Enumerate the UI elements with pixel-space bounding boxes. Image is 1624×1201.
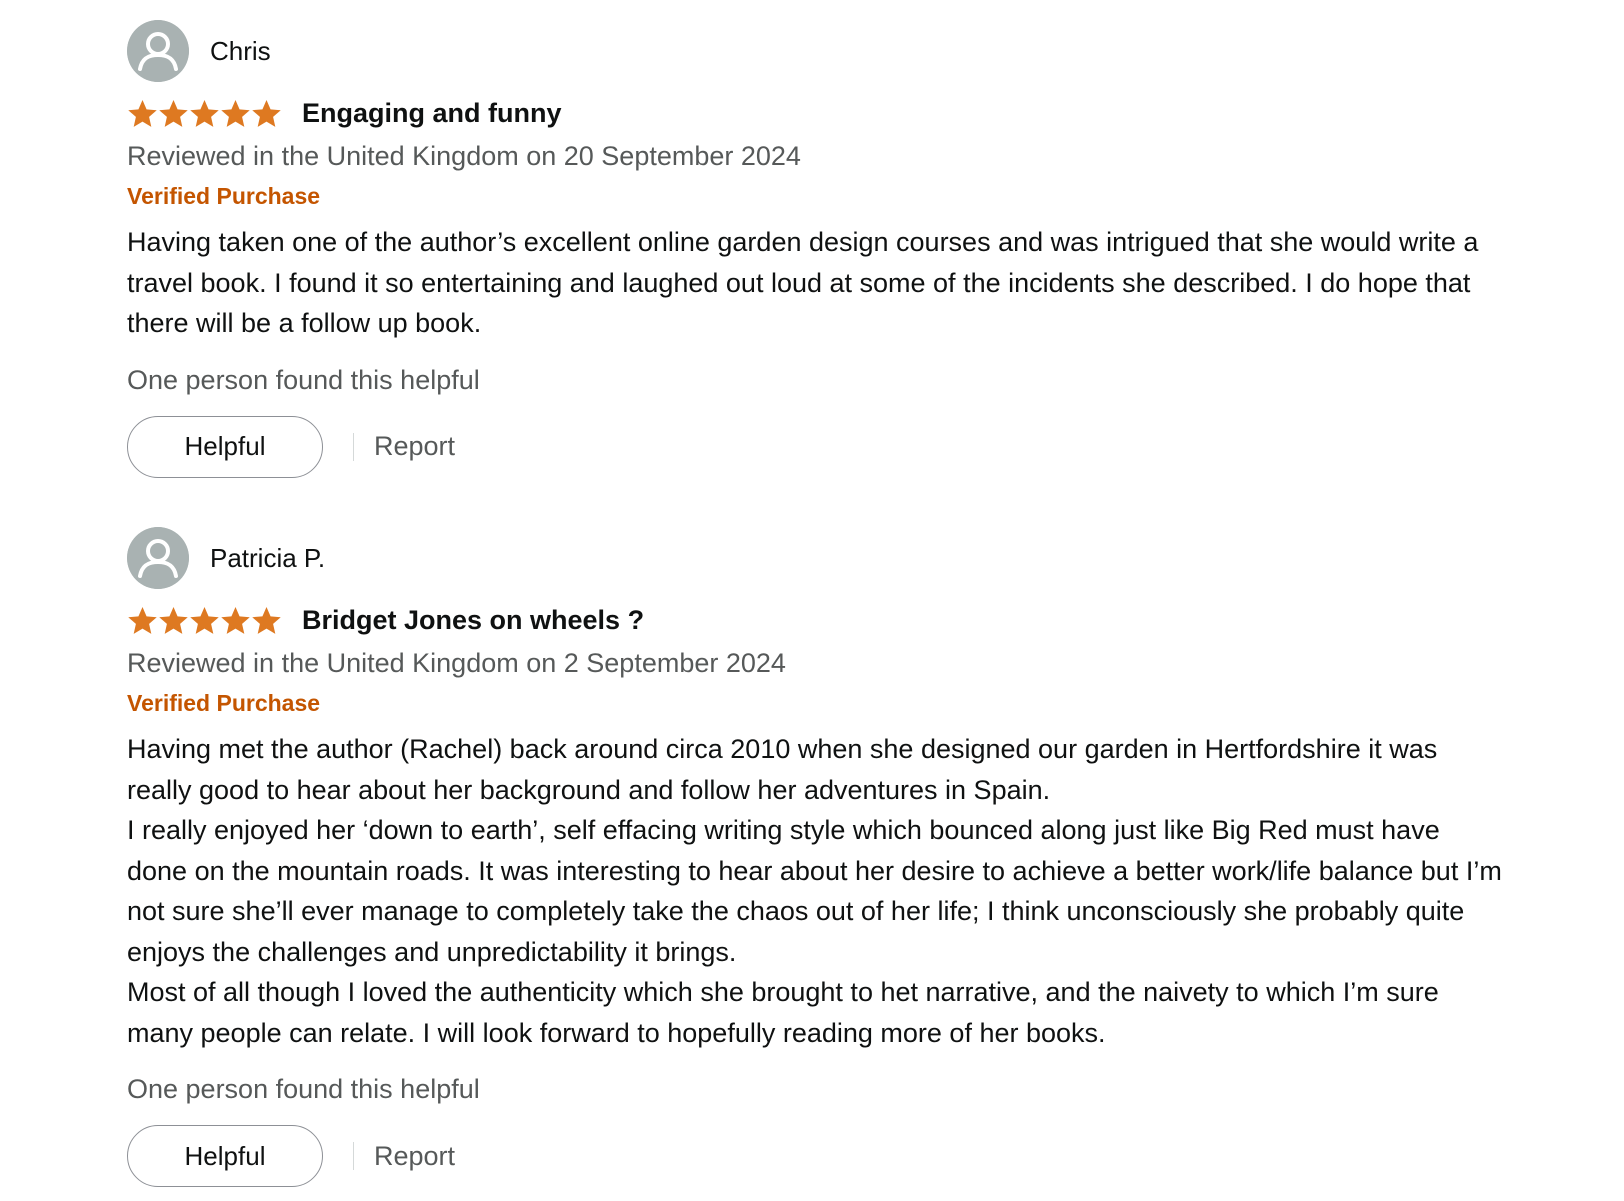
review-title[interactable]: Bridget Jones on wheels ? (302, 605, 644, 636)
review-actions: Helpful Report (127, 1125, 1507, 1187)
review-paragraph: I really enjoyed her ‘down to earth’, se… (127, 815, 1502, 967)
verified-purchase-badge[interactable]: Verified Purchase (127, 180, 1507, 212)
helpful-button[interactable]: Helpful (127, 1125, 323, 1187)
star-rating[interactable] (127, 96, 282, 130)
helpful-count: One person found this helpful (127, 364, 480, 395)
reviewer-name[interactable]: Patricia P. (210, 543, 325, 574)
helpful-count: One person found this helpful (127, 1074, 480, 1104)
action-divider (353, 432, 354, 461)
star-icon (252, 99, 281, 127)
star-icon (128, 606, 157, 634)
review-paragraph: Most of all though I loved the authentic… (127, 977, 1439, 1048)
reviewer-profile[interactable]: Chris (127, 20, 1507, 82)
star-icon (190, 606, 219, 634)
review-title-row: Bridget Jones on wheels ? (127, 600, 1507, 640)
star-icon (128, 99, 157, 127)
report-link[interactable]: Report (374, 431, 455, 462)
star-icon (252, 606, 281, 634)
review-paragraph: Having met the author (Rachel) back arou… (127, 734, 1438, 805)
reviews-page: Chris Engaging and funny Reviewed in the… (0, 0, 1624, 1201)
star-rating[interactable] (127, 603, 282, 637)
user-avatar-icon (127, 527, 189, 589)
review-date: Reviewed in the United Kingdom on 20 Sep… (127, 141, 801, 171)
review-card: Patricia P. Bridget Jones on wheels ? Re… (127, 527, 1507, 1187)
star-icon (159, 99, 188, 127)
review-title-row: Engaging and funny (127, 93, 1507, 133)
review-actions: Helpful Report (127, 415, 1507, 478)
action-divider (353, 1142, 354, 1170)
review-body: Having met the author (Rachel) back arou… (127, 729, 1507, 1053)
review-card: Chris Engaging and funny Reviewed in the… (127, 20, 1507, 478)
review-body: Having taken one of the author’s excelle… (127, 222, 1507, 344)
star-icon (221, 99, 250, 127)
review-title[interactable]: Engaging and funny (302, 98, 561, 129)
report-link[interactable]: Report (374, 1141, 455, 1172)
user-avatar-icon (127, 20, 189, 82)
helpful-button[interactable]: Helpful (127, 415, 323, 478)
review-date: Reviewed in the United Kingdom on 2 Sept… (127, 648, 786, 678)
verified-purchase-badge[interactable]: Verified Purchase (127, 687, 1507, 719)
star-icon (221, 606, 250, 634)
reviewer-profile[interactable]: Patricia P. (127, 527, 1507, 589)
reviewer-name[interactable]: Chris (210, 36, 271, 67)
star-icon (190, 99, 219, 127)
review-paragraph: Having taken one of the author’s excelle… (127, 227, 1479, 338)
star-icon (159, 606, 188, 634)
